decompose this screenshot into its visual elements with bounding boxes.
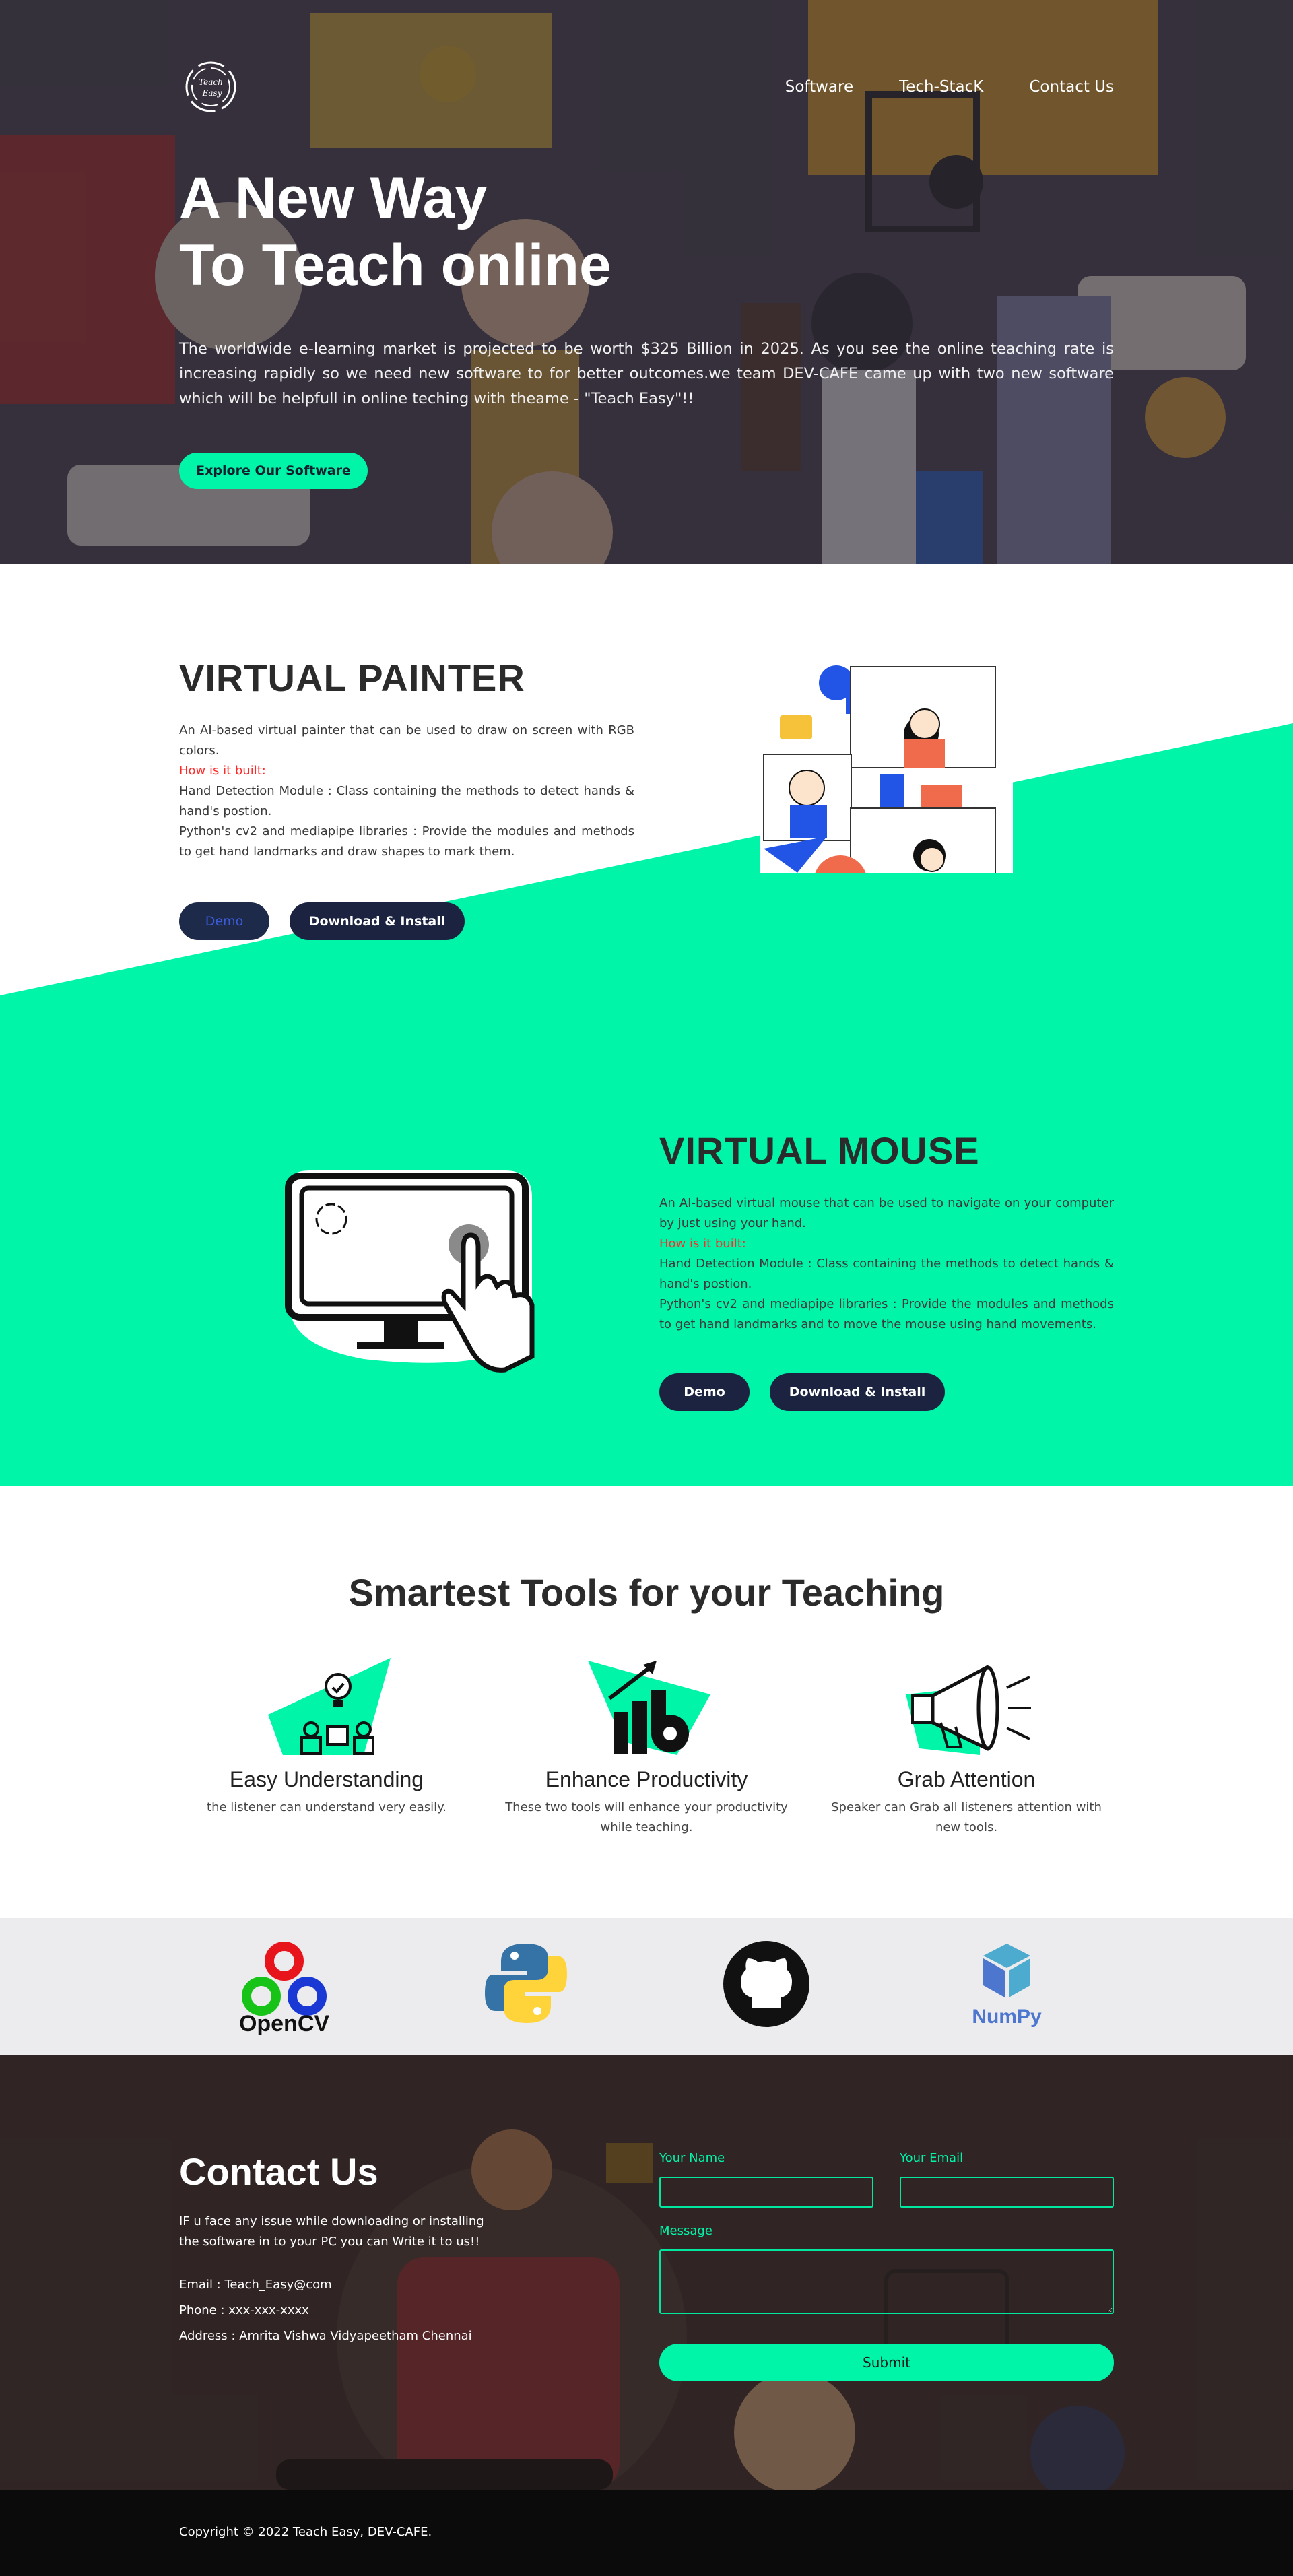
- software-section: VIRTUAL PAINTER An AI-based virtual pain…: [0, 564, 1293, 1486]
- virtual-painter-title: VIRTUAL PAINTER: [179, 657, 525, 699]
- nav-contact-us[interactable]: Contact Us: [1029, 78, 1114, 96]
- video-call-illustration: [760, 660, 1013, 873]
- mouse-line1: Hand Detection Module : Class containing…: [659, 1257, 1114, 1291]
- hero-title: A New Way To Teach online: [179, 164, 611, 299]
- mouse-download-button[interactable]: Download & Install: [770, 1373, 945, 1411]
- diagonal-green-background: [0, 723, 1293, 1486]
- tools-heading: Smartest Tools for your Teaching: [348, 1571, 945, 1614]
- tool-easy-understanding: Easy Understanding the listener can unde…: [178, 1654, 475, 1818]
- opencv-logo[interactable]: OpenCV: [236, 1941, 333, 2035]
- painter-download-button[interactable]: Download & Install: [290, 902, 465, 940]
- contact-title: Contact Us: [179, 2150, 378, 2193]
- nav-tech-stack[interactable]: Tech-StacK: [899, 78, 983, 96]
- megaphone-icon: [906, 1664, 1031, 1755]
- message-label: Message: [659, 2224, 712, 2238]
- tools-section: Smartest Tools for your Teaching Easy Un…: [0, 1486, 1293, 1918]
- explore-software-button[interactable]: Explore Our Software: [179, 453, 368, 489]
- contact-email: Email : Teach_Easy@com: [179, 2278, 332, 2292]
- virtual-painter-description: An AI-based virtual painter that can be …: [179, 721, 634, 862]
- painter-line2: Python's cv2 and mediapipe libraries : P…: [179, 824, 634, 859]
- copyright-text: Copyright © 2022 Teach Easy, DEV-CAFE.: [179, 2525, 432, 2539]
- hero-description: The worldwide e-learning market is proje…: [179, 340, 1114, 407]
- footer: Copyright © 2022 Teach Easy, DEV-CAFE.: [0, 2490, 1293, 2576]
- name-label: Your Name: [659, 2151, 725, 2165]
- mouse-line2: Python's cv2 and mediapipe libraries : P…: [659, 1297, 1114, 1331]
- svg-text:Easy: Easy: [202, 88, 222, 98]
- svg-text:NumPy: NumPy: [972, 2006, 1042, 2028]
- contact-section: Contact Us IF u face any issue while dow…: [0, 2055, 1293, 2490]
- tool-title: Grab Attention: [897, 1767, 1036, 1791]
- contact-phone: Phone : xxx-xxx-xxxx: [179, 2303, 309, 2317]
- tool-title: Easy Understanding: [229, 1767, 424, 1791]
- teach-easy-logo[interactable]: Teach Easy: [183, 59, 238, 114]
- mouse-how-built: How is it built:: [659, 1236, 746, 1251]
- main-nav: Software Tech-StacK Contact Us: [785, 78, 1114, 96]
- email-input[interactable]: [900, 2177, 1114, 2208]
- mouse-demo-button[interactable]: Demo: [659, 1373, 750, 1411]
- email-label: Your Email: [900, 2151, 964, 2165]
- painter-demo-button[interactable]: Demo: [179, 902, 269, 940]
- painter-line1: Hand Detection Module : Class containing…: [179, 784, 634, 818]
- tool-enhance-productivity: Enhance Productivity These two tools wil…: [498, 1654, 795, 1838]
- github-logo[interactable]: [723, 1941, 809, 2027]
- contact-address: Address : Amrita Vishwa Vidyapeetham Che…: [179, 2329, 472, 2343]
- painter-how-built: How is it built:: [179, 764, 266, 778]
- tool-text: Speaker can Grab all listeners attention…: [831, 1800, 1102, 1835]
- painter-desc: An AI-based virtual painter that can be …: [179, 723, 634, 758]
- svg-text:OpenCV: OpenCV: [239, 2011, 329, 2035]
- contact-intro: IF u face any issue while downloading or…: [179, 2214, 484, 2249]
- tech-stack-strip: OpenCV NumPy: [0, 1918, 1293, 2055]
- tool-title: Enhance Productivity: [545, 1767, 748, 1791]
- tool-text: These two tools will enhance your produc…: [505, 1800, 788, 1835]
- svg-text:Teach: Teach: [199, 77, 223, 87]
- virtual-mouse-description: An AI-based virtual mouse that can be us…: [659, 1193, 1114, 1335]
- tool-text: the listener can understand very easily.: [207, 1800, 446, 1814]
- hero-title-line1: A New Way: [179, 166, 488, 230]
- growth-gear-icon: [588, 1661, 710, 1755]
- tool-grab-attention: Grab Attention Speaker can Grab all list…: [818, 1654, 1115, 1838]
- numpy-logo[interactable]: NumPy: [970, 1941, 1044, 2028]
- message-textarea[interactable]: [659, 2249, 1114, 2314]
- submit-button[interactable]: Submit: [659, 2344, 1114, 2381]
- virtual-mouse-title: VIRTUAL MOUSE: [659, 1129, 980, 1172]
- virtual-mouse-illustration: [285, 1170, 535, 1373]
- mouse-desc: An AI-based virtual mouse that can be us…: [659, 1196, 1114, 1230]
- lightbulb-team-icon: [268, 1658, 391, 1755]
- nav-software[interactable]: Software: [785, 78, 853, 96]
- hero-title-line2: To Teach online: [179, 233, 611, 298]
- python-logo[interactable]: [484, 1941, 568, 2026]
- name-input[interactable]: [659, 2177, 873, 2208]
- hero-section: Teach Easy Software Tech-StacK Contact U…: [0, 0, 1293, 564]
